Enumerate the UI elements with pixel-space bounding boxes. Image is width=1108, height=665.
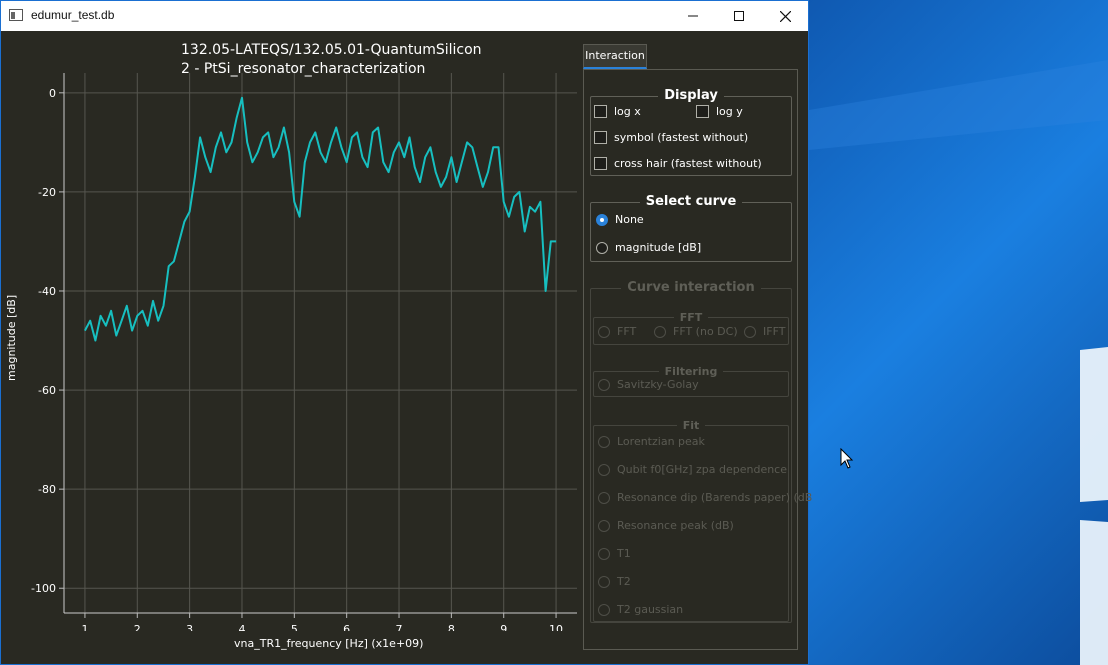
y-tick-label: -40	[38, 285, 56, 298]
curve-interaction-title: Curve interaction	[621, 280, 761, 295]
radio-fit-resonance-dip-label: Resonance dip (Barends paper) (dB	[617, 491, 813, 504]
radio-ifft-label: IFFT	[763, 325, 786, 338]
display-group: Display log x log y symbol (fastest with…	[590, 88, 792, 176]
log-x-label: log x	[614, 105, 641, 118]
radio-fft-no-dc[interactable]: FFT (no DC)	[654, 325, 738, 338]
radio-fit-lorentzian-label: Lorentzian peak	[617, 435, 705, 448]
radio-fit-t2-gaussian-button[interactable]	[598, 603, 610, 616]
radio-fit-resonance-dip[interactable]: Resonance dip (Barends paper) (dB	[598, 491, 812, 504]
display-group-title: Display	[658, 88, 724, 103]
radio-fit-t1-label: T1	[617, 547, 631, 560]
curve-interaction-group: Curve interaction FFT FFT FFT (no DC) IF…	[590, 280, 812, 623]
radio-fit-qubit-button[interactable]	[598, 463, 610, 476]
radio-fit-qubit[interactable]: Qubit f0[GHz] zpa dependence	[598, 463, 787, 476]
tab-interaction[interactable]: Interaction	[583, 44, 647, 69]
filtering-group-title: Filtering	[658, 365, 724, 378]
series-line	[84, 96, 557, 342]
y-tick-label: -100	[31, 582, 56, 595]
radio-none[interactable]: None	[596, 213, 644, 226]
app-window: edumur_test.db 132.05-LATEQS/132.05.01-Q…	[0, 0, 812, 665]
symbol-checkbox[interactable]: symbol (fastest without)	[594, 131, 748, 144]
radio-savitzky-golay[interactable]: Savitzky-Golay	[598, 378, 699, 391]
x-tick-label: 8	[448, 623, 455, 631]
mouse-cursor-icon	[840, 448, 854, 469]
x-tick-label: 2	[134, 623, 141, 631]
minimize-icon	[688, 15, 698, 17]
select-curve-title: Select curve	[639, 194, 743, 209]
radio-savitzky-golay-label: Savitzky-Golay	[617, 378, 699, 391]
radio-fft[interactable]: FFT	[598, 325, 636, 338]
filtering-group: Filtering Savitzky-Golay	[593, 365, 789, 397]
plot-area[interactable]: 1 2 3 4 5 6 7 8 9 10 0 -20 -40 -60 -80 -100	[1, 71, 581, 631]
radio-ifft-button[interactable]	[744, 325, 756, 338]
radio-magnitude-label: magnitude [dB]	[615, 241, 702, 254]
radio-fit-resonance-dip-button[interactable]	[598, 491, 610, 504]
maximize-icon	[734, 11, 744, 21]
title-bar[interactable]: edumur_test.db	[1, 1, 808, 31]
radio-magnitude-button[interactable]	[596, 241, 608, 254]
radio-fft-no-dc-button[interactable]	[654, 325, 666, 338]
x-tick-label: 10	[549, 623, 563, 631]
minimize-button[interactable]	[670, 1, 716, 31]
data-curve	[84, 96, 557, 342]
fft-group: FFT FFT FFT (no DC) IFFT	[593, 311, 789, 345]
x-tick-label: 4	[238, 623, 245, 631]
log-y-label: log y	[716, 105, 743, 118]
y-axis-label: magnitude [dB]	[5, 294, 18, 381]
radio-fit-t2[interactable]: T2	[598, 575, 631, 588]
y-tick-label: 0	[49, 87, 56, 100]
close-icon	[779, 10, 791, 22]
radio-fit-qubit-label: Qubit f0[GHz] zpa dependence	[617, 463, 788, 476]
x-tick-label: 7	[396, 623, 403, 631]
x-axis-label: vna_TR1_frequency [Hz] (x1e+09)	[234, 637, 424, 650]
radio-savitzky-golay-button[interactable]	[598, 378, 610, 391]
radio-fft-no-dc-label: FFT (no DC)	[673, 325, 738, 338]
fit-group-title: Fit	[676, 419, 706, 432]
cross-hair-label: cross hair (fastest without)	[614, 157, 762, 170]
x-tick-label: 5	[291, 623, 298, 631]
y-tick-label: -20	[38, 186, 56, 199]
x-tick-label: 3	[186, 623, 193, 631]
radio-ifft[interactable]: IFFT	[744, 325, 785, 338]
radio-fit-resonance-peak-label: Resonance peak (dB)	[617, 519, 734, 532]
log-x-checkbox[interactable]: log x	[594, 105, 641, 118]
log-x-checkbox-box[interactable]	[594, 105, 607, 118]
maximize-button[interactable]	[716, 1, 762, 31]
close-button[interactable]	[762, 1, 808, 31]
y-tick-label: -60	[38, 384, 56, 397]
radio-fft-button[interactable]	[598, 325, 610, 338]
radio-fft-label: FFT	[617, 325, 637, 338]
radio-fit-t2-gaussian-label: T2 gaussian	[617, 603, 684, 616]
y-tick-label: -80	[38, 483, 56, 496]
x-tick-label: 6	[343, 623, 350, 631]
fit-group: Fit Lorentzian peak Qubit f0[GHz] zpa de…	[593, 419, 812, 622]
plot-title-line1: 132.05-LATEQS/132.05.01-QuantumSilicon	[181, 42, 482, 58]
radio-none-label: None	[615, 213, 644, 226]
x-tick-label: 1	[81, 623, 88, 631]
app-icon	[9, 9, 23, 21]
radio-magnitude[interactable]: magnitude [dB]	[596, 241, 701, 254]
log-y-checkbox-box[interactable]	[696, 105, 709, 118]
radio-fit-lorentzian[interactable]: Lorentzian peak	[598, 435, 705, 448]
symbol-checkbox-box[interactable]	[594, 131, 607, 144]
radio-fit-resonance-peak[interactable]: Resonance peak (dB)	[598, 519, 734, 532]
radio-fit-t2-label: T2	[617, 575, 631, 588]
radio-fit-t2-gaussian[interactable]: T2 gaussian	[598, 603, 683, 616]
log-y-checkbox[interactable]: log y	[696, 105, 743, 118]
fft-group-title: FFT	[673, 311, 709, 324]
cross-hair-checkbox-box[interactable]	[594, 157, 607, 170]
window-title: edumur_test.db	[31, 8, 115, 22]
radio-none-button[interactable]	[596, 213, 608, 226]
radio-fit-lorentzian-button[interactable]	[598, 435, 610, 448]
interaction-panel: Display log x log y symbol (fastest with…	[583, 69, 812, 650]
radio-fit-resonance-peak-button[interactable]	[598, 519, 610, 532]
cross-hair-checkbox[interactable]: cross hair (fastest without)	[594, 157, 762, 170]
radio-fit-t1-button[interactable]	[598, 547, 610, 560]
radio-fit-t1[interactable]: T1	[598, 547, 631, 560]
symbol-label: symbol (fastest without)	[614, 131, 749, 144]
plot-ticks: 1 2 3 4 5 6 7 8 9 10 0 -20 -40 -60 -80 -100	[31, 87, 563, 631]
x-tick-label: 9	[500, 623, 507, 631]
radio-fit-t2-button[interactable]	[598, 575, 610, 588]
select-curve-group: Select curve None magnitude [dB]	[590, 194, 792, 262]
